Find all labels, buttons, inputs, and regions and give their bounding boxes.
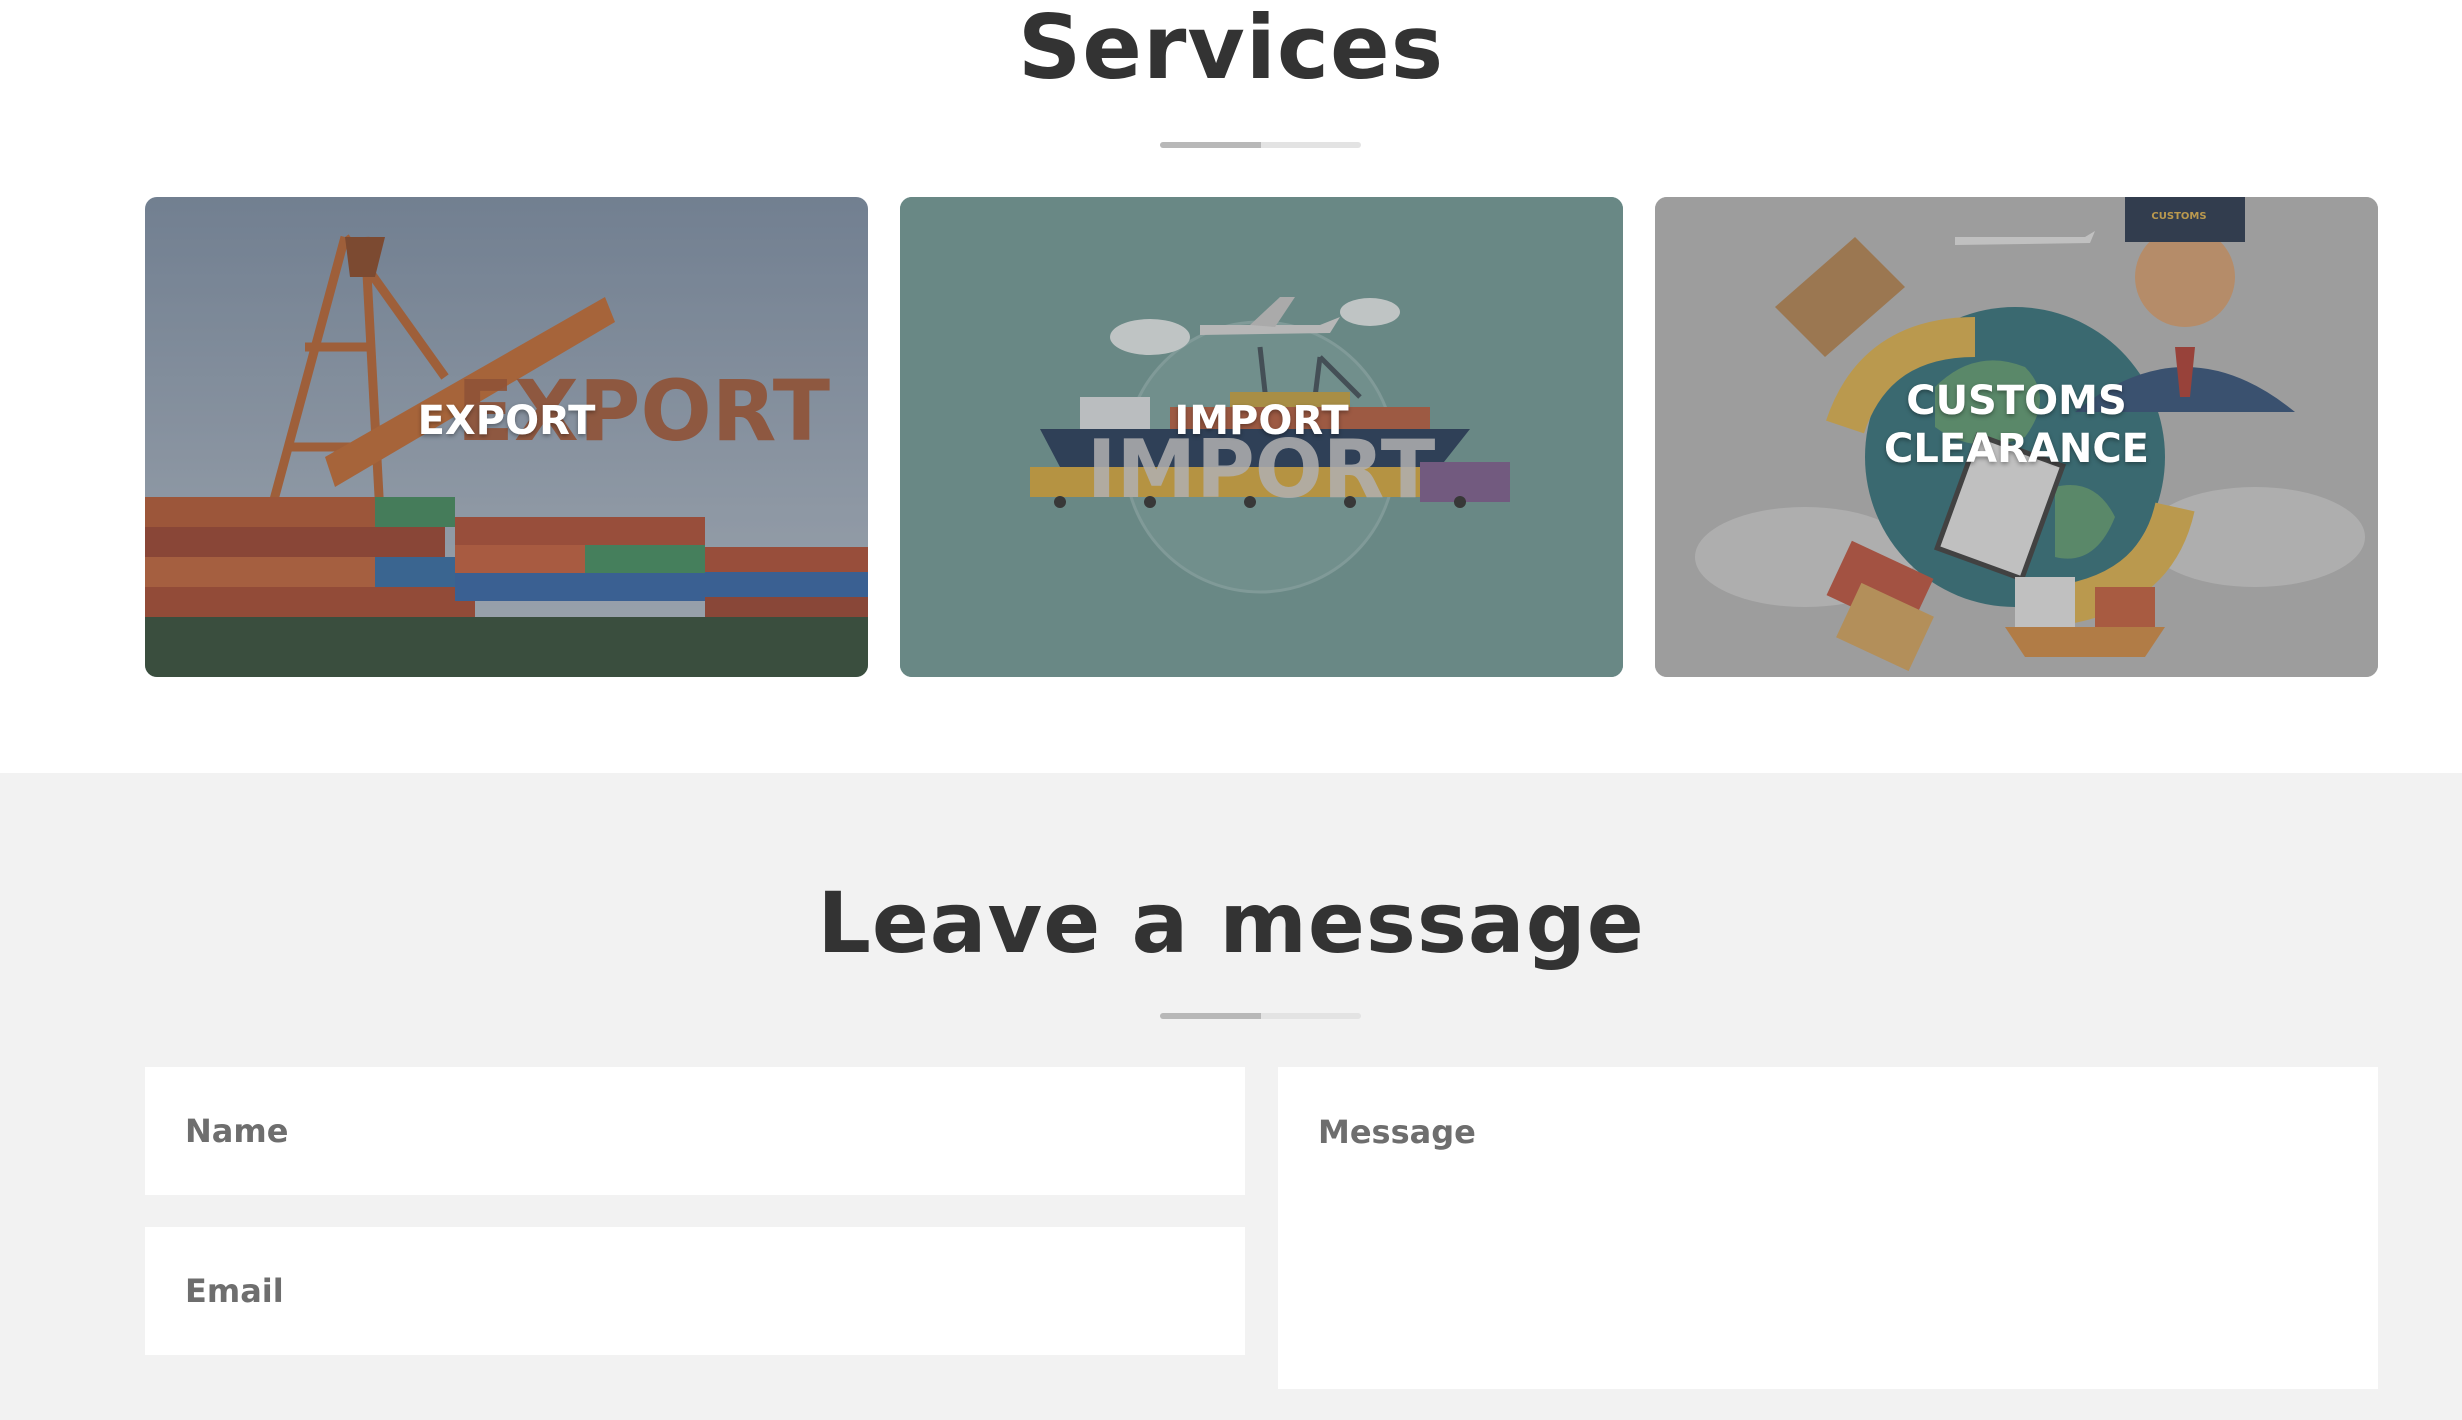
customs-label-line2: CLEARANCE	[1883, 426, 2150, 472]
export-card[interactable]: EXPORT EXPORT	[145, 197, 868, 677]
services-title: Services	[1017, 0, 1445, 99]
services-divider	[1160, 142, 1361, 148]
import-card-label: IMPORT	[1174, 398, 1349, 444]
export-card-label: EXPORT	[417, 398, 596, 444]
import-card[interactable]: IMPORT IMPORT	[900, 197, 1623, 677]
customs-clearance-card[interactable]: CUSTOMS CUSTOMS CLEARANCE	[1655, 197, 2378, 677]
customs-label-line1: CUSTOMS	[1906, 378, 2127, 424]
message-field[interactable]	[1278, 1067, 2378, 1389]
customs-clearance-label: CUSTOMS CLEARANCE	[1655, 377, 2378, 473]
email-field[interactable]	[145, 1227, 1245, 1355]
name-field[interactable]	[145, 1067, 1245, 1195]
contact-section: Leave a message	[0, 773, 2462, 1420]
contact-divider	[1160, 1013, 1361, 1019]
services-cards: EXPORT EXPORT IMPORT IMPORT CUSTOMS CUST…	[145, 197, 2378, 677]
leave-message-title: Leave a message	[817, 874, 1645, 972]
